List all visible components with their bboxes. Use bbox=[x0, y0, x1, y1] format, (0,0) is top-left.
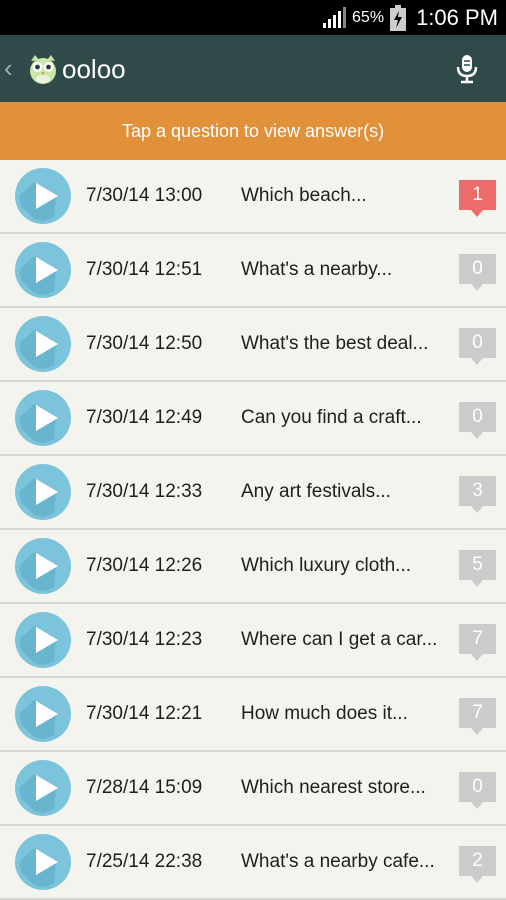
question-timestamp: 7/30/14 12:21 bbox=[86, 703, 203, 724]
battery-percent: 65% bbox=[352, 8, 385, 26]
question-timestamp: 7/28/14 15:09 bbox=[86, 777, 203, 798]
answer-count-badge: 0 bbox=[459, 772, 496, 809]
play-icon[interactable] bbox=[14, 759, 72, 817]
play-icon[interactable] bbox=[14, 833, 72, 891]
question-timestamp: 7/30/14 12:50 bbox=[86, 333, 203, 354]
status-clock: 1:06 PM bbox=[416, 4, 498, 30]
app-title: ooloo bbox=[62, 54, 126, 84]
question-text: Where can I get a car... bbox=[241, 629, 438, 650]
play-icon[interactable] bbox=[14, 315, 72, 373]
question-row[interactable]: 7/30/14 12:21 How much does it... 7 bbox=[0, 678, 506, 752]
question-timestamp: 7/30/14 12:49 bbox=[86, 407, 203, 428]
answer-count-badge: 2 bbox=[459, 846, 496, 883]
microphone-icon bbox=[456, 55, 478, 84]
answer-count-badge: 7 bbox=[459, 624, 496, 661]
back-chevron-icon[interactable]: ‹ bbox=[4, 53, 13, 83]
question-row[interactable]: 7/30/14 13:00 Which beach... 1 bbox=[0, 160, 506, 234]
microphone-button[interactable] bbox=[448, 49, 486, 89]
answer-count-badge: 0 bbox=[459, 254, 496, 291]
question-row[interactable]: 7/30/14 12:23 Where can I get a car... 7 bbox=[0, 604, 506, 678]
question-text: What's the best deal... bbox=[241, 333, 429, 354]
answer-count-badge: 7 bbox=[459, 698, 496, 735]
owl-logo-icon[interactable] bbox=[28, 53, 58, 85]
answer-count-badge: 5 bbox=[459, 550, 496, 587]
answer-count-badge: 1 bbox=[459, 180, 496, 217]
question-timestamp: 7/30/14 13:00 bbox=[86, 185, 203, 206]
play-icon[interactable] bbox=[14, 167, 72, 225]
app-bar: ‹ ooloo bbox=[0, 35, 506, 102]
question-text: Can you find a craft... bbox=[241, 407, 422, 428]
answer-count-badge: 0 bbox=[459, 328, 496, 365]
answer-count-badge: 3 bbox=[459, 476, 496, 513]
signal-icon bbox=[323, 6, 347, 28]
question-row[interactable]: 7/30/14 12:33 Any art festivals... 3 bbox=[0, 456, 506, 530]
status-indicators: 65% 1:06 PM bbox=[322, 0, 498, 35]
play-icon[interactable] bbox=[14, 611, 72, 669]
play-icon[interactable] bbox=[14, 389, 72, 447]
question-timestamp: 7/30/14 12:23 bbox=[86, 629, 203, 650]
question-timestamp: 7/25/14 22:38 bbox=[86, 851, 203, 872]
question-timestamp: 7/30/14 12:51 bbox=[86, 259, 203, 280]
play-icon[interactable] bbox=[14, 463, 72, 521]
battery-charging-icon bbox=[390, 4, 407, 31]
question-text: Which beach... bbox=[241, 185, 367, 206]
question-row[interactable]: 7/30/14 12:50 What's the best deal... 0 bbox=[0, 308, 506, 382]
question-row[interactable]: 7/30/14 12:49 Can you find a craft... 0 bbox=[0, 382, 506, 456]
question-timestamp: 7/30/14 12:33 bbox=[86, 481, 203, 502]
question-text: What's a nearby cafe... bbox=[241, 851, 435, 872]
question-list: 7/30/14 13:00 Which beach... 1 7/30/14 12:5… bbox=[0, 160, 506, 900]
question-timestamp: 7/30/14 12:26 bbox=[86, 555, 203, 576]
question-text: What's a nearby... bbox=[241, 259, 393, 280]
status-bar: 65% 1:06 PM bbox=[0, 0, 506, 35]
question-row[interactable]: 7/25/14 22:38 What's a nearby cafe... 2 bbox=[0, 826, 506, 900]
play-icon[interactable] bbox=[14, 241, 72, 299]
answer-count-badge: 0 bbox=[459, 402, 496, 439]
question-row[interactable]: 7/30/14 12:26 Which luxury cloth... 5 bbox=[0, 530, 506, 604]
hint-banner: Tap a question to view answer(s) bbox=[0, 102, 506, 160]
question-row[interactable]: 7/30/14 12:51 What's a nearby... 0 bbox=[0, 234, 506, 308]
question-text: Any art festivals... bbox=[241, 481, 391, 502]
play-icon[interactable] bbox=[14, 537, 72, 595]
question-text: Which nearest store... bbox=[241, 777, 426, 798]
play-icon[interactable] bbox=[14, 685, 72, 743]
question-row[interactable]: 7/28/14 15:09 Which nearest store... 0 bbox=[0, 752, 506, 826]
question-text: Which luxury cloth... bbox=[241, 555, 411, 576]
question-text: How much does it... bbox=[241, 703, 408, 724]
